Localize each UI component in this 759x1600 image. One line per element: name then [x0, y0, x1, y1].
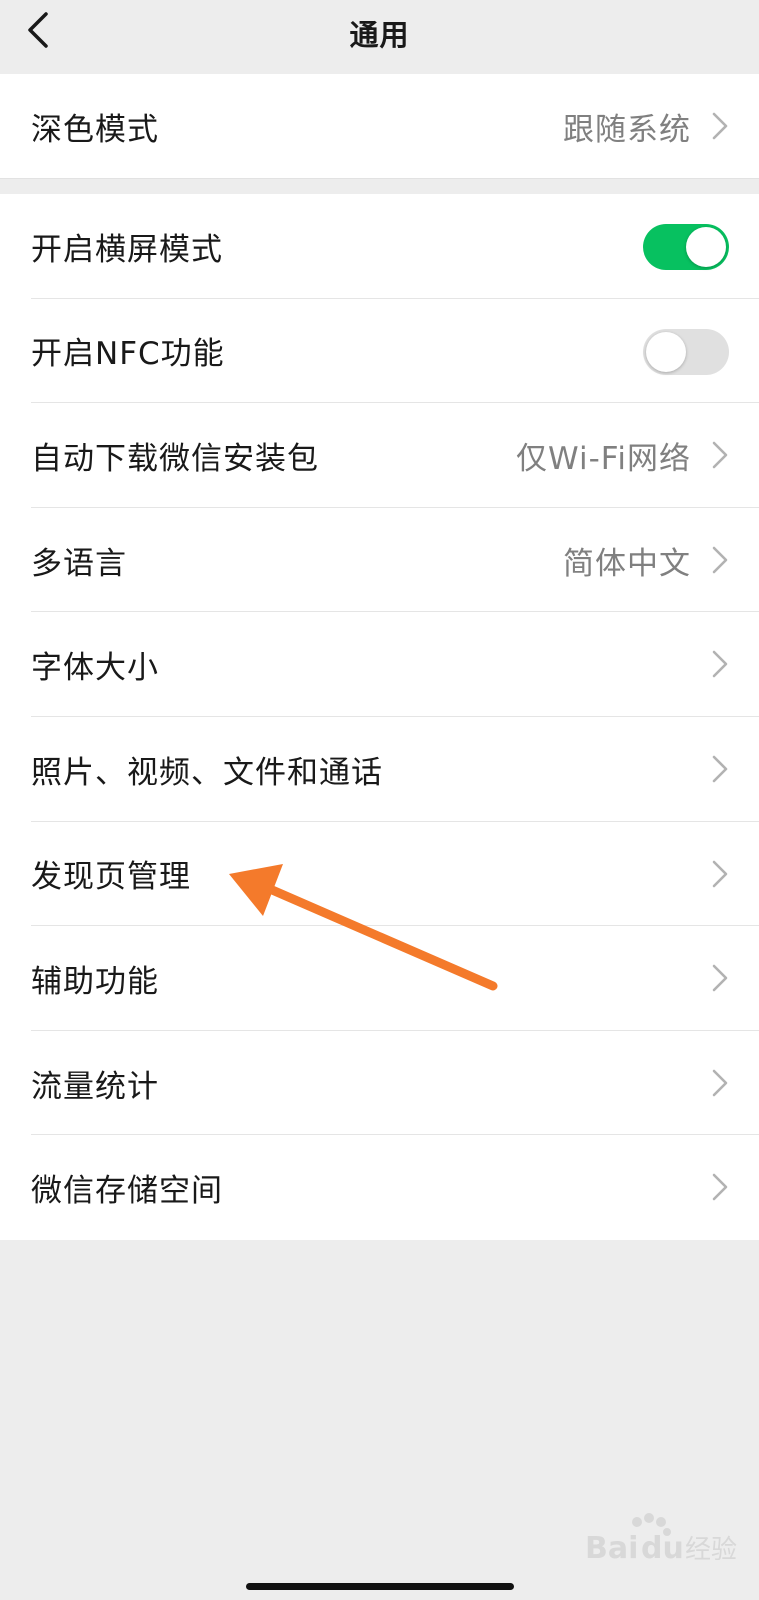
row-label: 深色模式	[31, 111, 159, 148]
chevron-right-icon	[712, 546, 728, 574]
toggle-knob	[646, 331, 686, 372]
svg-text:du: du	[641, 1531, 684, 1566]
row-label: 辅助功能	[31, 963, 159, 1000]
chevron-right-icon	[712, 441, 728, 469]
row-value: 仅Wi-Fi网络	[516, 440, 691, 477]
row-label: 流量统计	[31, 1068, 159, 1105]
settings-row-language[interactable]: 多语言 简体中文	[0, 508, 759, 613]
row-label: 字体大小	[31, 650, 159, 687]
svg-text:Bai: Bai	[585, 1531, 638, 1566]
chevron-right-icon	[712, 651, 728, 678]
row-value: 简体中文	[563, 545, 691, 582]
settings-list: 开启横屏模式 开启NFC功能自动下载微信安装包 仅Wi-Fi网络多语言 简体中文字体大…	[0, 194, 759, 1240]
page-title: 通用	[349, 18, 410, 52]
orange-arrow-icon	[229, 864, 498, 991]
row-label: 照片、视频、文件和通话	[31, 754, 383, 791]
settings-row-storage[interactable]: 微信存储空间	[0, 1135, 759, 1240]
svg-text:经验: 经验	[685, 1535, 737, 1565]
chevron-right-icon	[712, 1069, 728, 1097]
chevron-right-icon	[712, 1174, 728, 1201]
toggle-switch[interactable]	[643, 224, 729, 270]
navigation-bar: 通用	[0, 0, 759, 74]
settings-row-auto-download[interactable]: 自动下载微信安装包 仅Wi-Fi网络	[0, 403, 759, 508]
row-label: 发现页管理	[31, 859, 191, 896]
section-gap	[0, 178, 759, 194]
dark-mode-group: 深色模式 跟随系统	[0, 74, 759, 178]
toggle-knob	[686, 227, 726, 267]
settings-row-landscape[interactable]: 开启横屏模式	[0, 194, 759, 299]
row-label: 多语言	[31, 545, 127, 582]
row-label: 开启NFC功能	[31, 336, 225, 373]
settings-row-dark-mode[interactable]: 深色模式 跟随系统	[0, 74, 759, 179]
toggle-switch[interactable]	[643, 328, 729, 375]
home-indicator	[246, 1583, 514, 1590]
row-label: 微信存储空间	[31, 1173, 223, 1210]
settings-row-traffic[interactable]: 流量统计	[0, 1031, 759, 1136]
chevron-right-icon	[712, 755, 728, 783]
chevron-right-icon	[712, 964, 728, 992]
row-label: 开启横屏模式	[31, 231, 223, 268]
row-label: 自动下载微信安装包	[31, 440, 319, 477]
settings-row-nfc[interactable]: 开启NFC功能	[0, 299, 759, 404]
settings-row-font-size[interactable]: 字体大小	[0, 612, 759, 717]
chevron-right-icon	[712, 860, 728, 887]
chevron-right-icon	[712, 112, 728, 140]
row-value: 跟随系统	[563, 111, 691, 148]
settings-row-media[interactable]: 照片、视频、文件和通话	[0, 717, 759, 822]
baidu-watermark-logo: Bai du 经验	[585, 1513, 737, 1566]
